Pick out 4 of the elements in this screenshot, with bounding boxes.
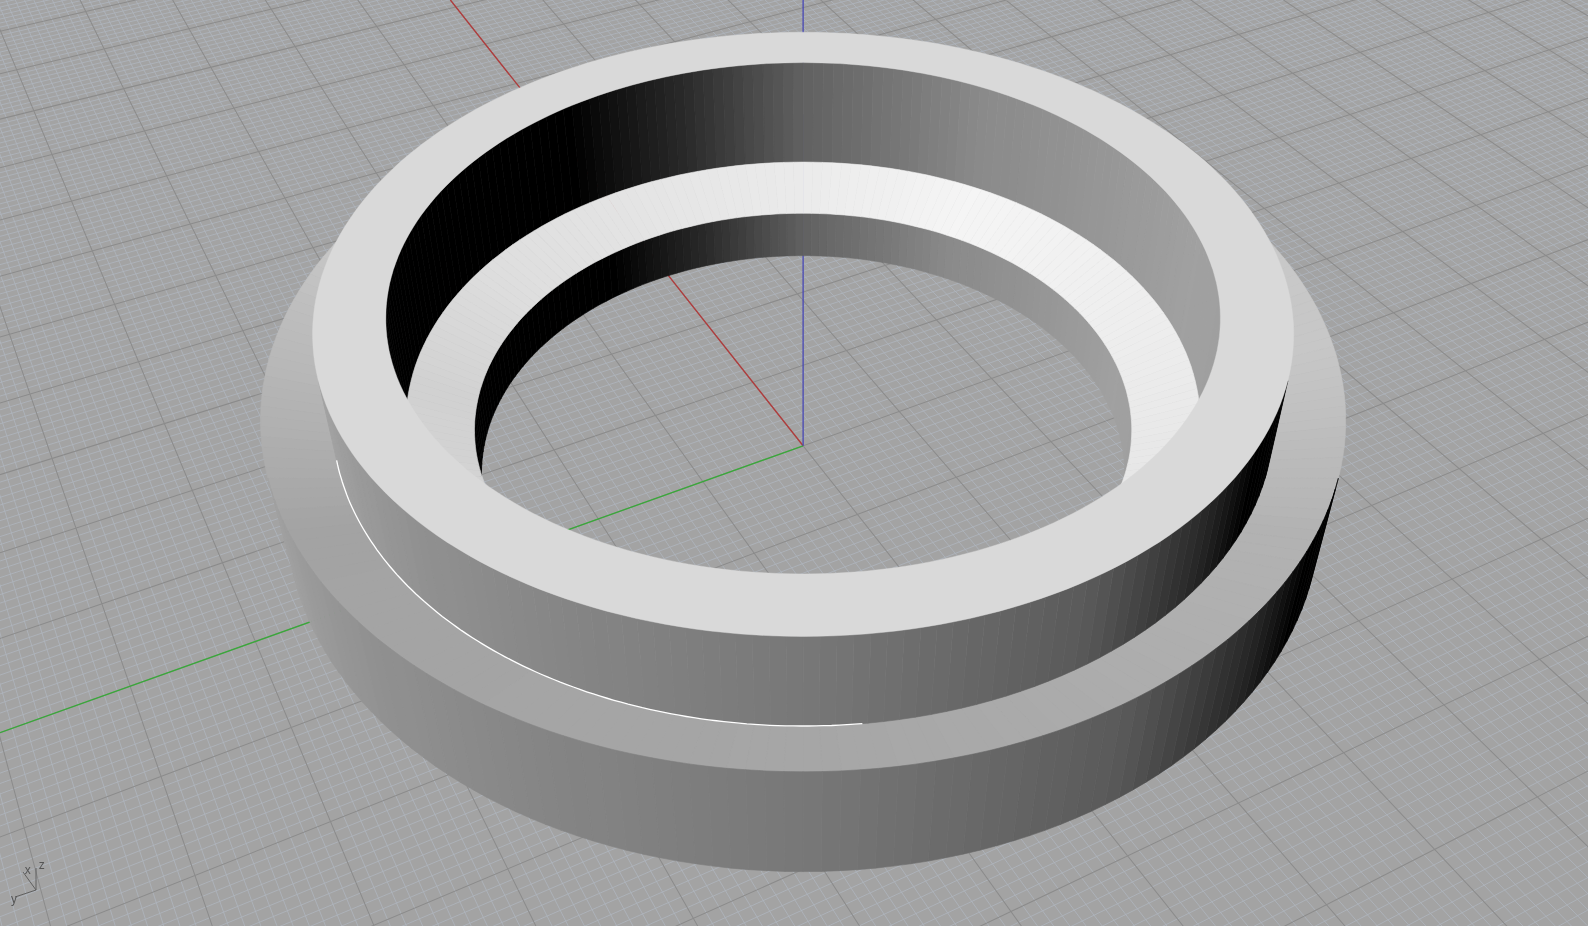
axis-label: z [38, 858, 45, 871]
axis-triad-icon [14, 867, 37, 898]
axis-label: x [24, 863, 31, 876]
axis-label: y [11, 893, 17, 905]
